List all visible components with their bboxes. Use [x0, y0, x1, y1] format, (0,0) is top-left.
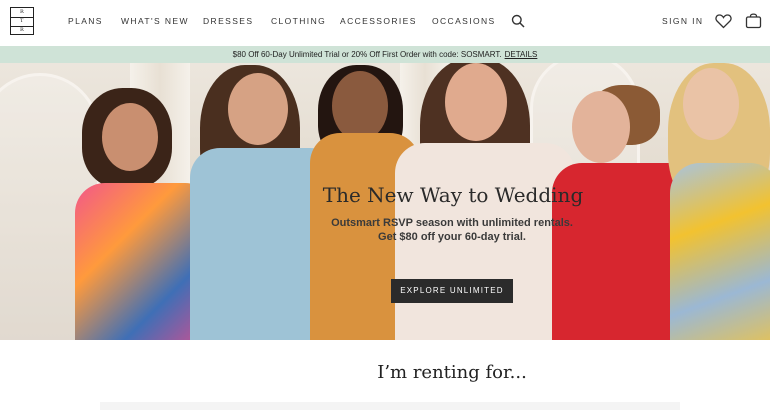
search-icon[interactable]	[511, 14, 525, 28]
nav-dresses[interactable]: DRESSES	[203, 16, 253, 26]
promo-banner: $80 Off 60-Day Unlimited Trial or 20% Of…	[0, 46, 770, 63]
bag-icon[interactable]	[745, 12, 762, 29]
nav-whats-new[interactable]: WHAT'S NEW	[121, 16, 189, 26]
promo-text: $80 Off 60-Day Unlimited Trial or 20% Of…	[232, 50, 502, 59]
category-strip	[100, 402, 680, 410]
hero-banner: The New Way to Wedding Outsmart RSVP sea…	[0, 63, 770, 340]
site-header: RTR PLANS WHAT'S NEW DRESSES CLOTHING AC…	[0, 0, 770, 46]
rtr-logo-icon[interactable]: RTR	[10, 7, 34, 35]
renting-for-heading: I’m renting for...	[377, 362, 527, 383]
nav-occasions[interactable]: OCCASIONS	[432, 16, 496, 26]
hero-title: The New Way to Wedding	[322, 183, 584, 207]
nav-plans[interactable]: PLANS	[68, 16, 103, 26]
nav-accessories[interactable]: ACCESSORIES	[340, 16, 417, 26]
heart-icon[interactable]	[715, 13, 732, 29]
hero-subtitle-line1: Outsmart RSVP season with unlimited rent…	[331, 217, 573, 229]
nav-clothing[interactable]: CLOTHING	[271, 16, 326, 26]
hero-subtitle-line2: Get $80 off your 60-day trial.	[378, 231, 526, 243]
explore-unlimited-button[interactable]: EXPLORE UNLIMITED	[391, 279, 513, 303]
sign-in-link[interactable]: SIGN IN	[662, 16, 703, 26]
promo-details-link[interactable]: DETAILS	[505, 50, 538, 59]
